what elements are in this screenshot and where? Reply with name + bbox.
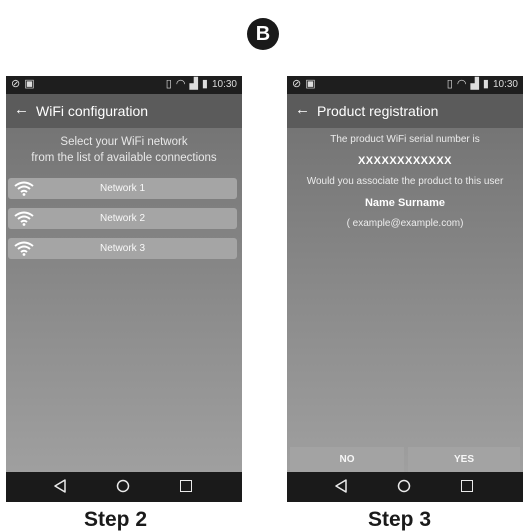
nav-back-icon[interactable] — [334, 479, 348, 493]
wifi-status-icon: ◠ — [456, 78, 467, 90]
yes-button[interactable]: YES — [408, 447, 520, 472]
step-caption-right: Step 3 — [368, 508, 432, 531]
association-question: Would you associate the product to this … — [306, 176, 504, 187]
image-icon: ▣ — [24, 78, 35, 90]
vibrate-icon: ▯ — [165, 78, 172, 90]
user-email: ( example@example.com) — [346, 218, 464, 229]
phone-wifi-configuration: ⊘ ▣ ▯ ◠ ▟ ▮ 10:30 ← WiFi configuration S… — [6, 76, 242, 502]
user-name: Name Surname — [364, 197, 446, 209]
status-time: 10:30 — [492, 79, 518, 90]
network-label: Network 3 — [99, 243, 145, 254]
do-not-disturb-icon: ⊘ — [292, 78, 302, 90]
no-button[interactable]: NO — [290, 447, 404, 472]
network-item-3[interactable]: Network 3 — [8, 238, 237, 259]
instruction-line: from the list of available connections — [31, 152, 217, 164]
page-title: Product registration — [317, 103, 439, 119]
instruction-line: Select your WiFi network — [60, 136, 188, 148]
app-bar: ← WiFi configuration — [6, 94, 242, 128]
instructions-text: Select your WiFi network from the list o… — [6, 134, 242, 166]
image-icon: ▣ — [305, 78, 316, 90]
phone-product-registration: ⊘ ▣ ▯ ◠ ▟ ▮ 10:30 ← Product registration… — [287, 76, 523, 502]
do-not-disturb-icon: ⊘ — [11, 78, 21, 90]
system-nav-bar — [287, 472, 523, 502]
status-bar: ⊘ ▣ ▯ ◠ ▟ ▮ 10:30 — [287, 76, 523, 94]
battery-icon: ▮ — [482, 78, 489, 90]
nav-back-icon[interactable] — [53, 479, 67, 493]
network-item-2[interactable]: Network 2 — [8, 208, 237, 229]
nav-recent-icon[interactable] — [461, 480, 473, 492]
page-title: WiFi configuration — [36, 103, 149, 119]
signal-icon: ▟ — [470, 78, 479, 90]
status-time: 10:30 — [211, 79, 237, 90]
serial-intro: The product WiFi serial number is — [330, 134, 480, 145]
nav-home-icon[interactable] — [116, 479, 130, 493]
network-label: Network 1 — [99, 183, 145, 194]
nav-home-icon[interactable] — [397, 479, 411, 493]
system-nav-bar — [6, 472, 242, 502]
step-badge: B — [247, 18, 279, 50]
signal-icon: ▟ — [189, 78, 198, 90]
serial-number: XXXXXXXXXXXX — [357, 155, 453, 167]
wifi-status-icon: ◠ — [175, 78, 186, 90]
back-arrow-icon[interactable]: ← — [295, 101, 310, 118]
back-arrow-icon[interactable]: ← — [14, 101, 29, 118]
nav-recent-icon[interactable] — [180, 480, 192, 492]
vibrate-icon: ▯ — [446, 78, 453, 90]
step-caption-left: Step 2 — [84, 508, 148, 531]
status-bar: ⊘ ▣ ▯ ◠ ▟ ▮ 10:30 — [6, 76, 242, 94]
network-label: Network 2 — [99, 213, 145, 224]
app-bar: ← Product registration — [287, 94, 523, 128]
network-item-1[interactable]: Network 1 — [8, 178, 237, 199]
battery-icon: ▮ — [201, 78, 208, 90]
